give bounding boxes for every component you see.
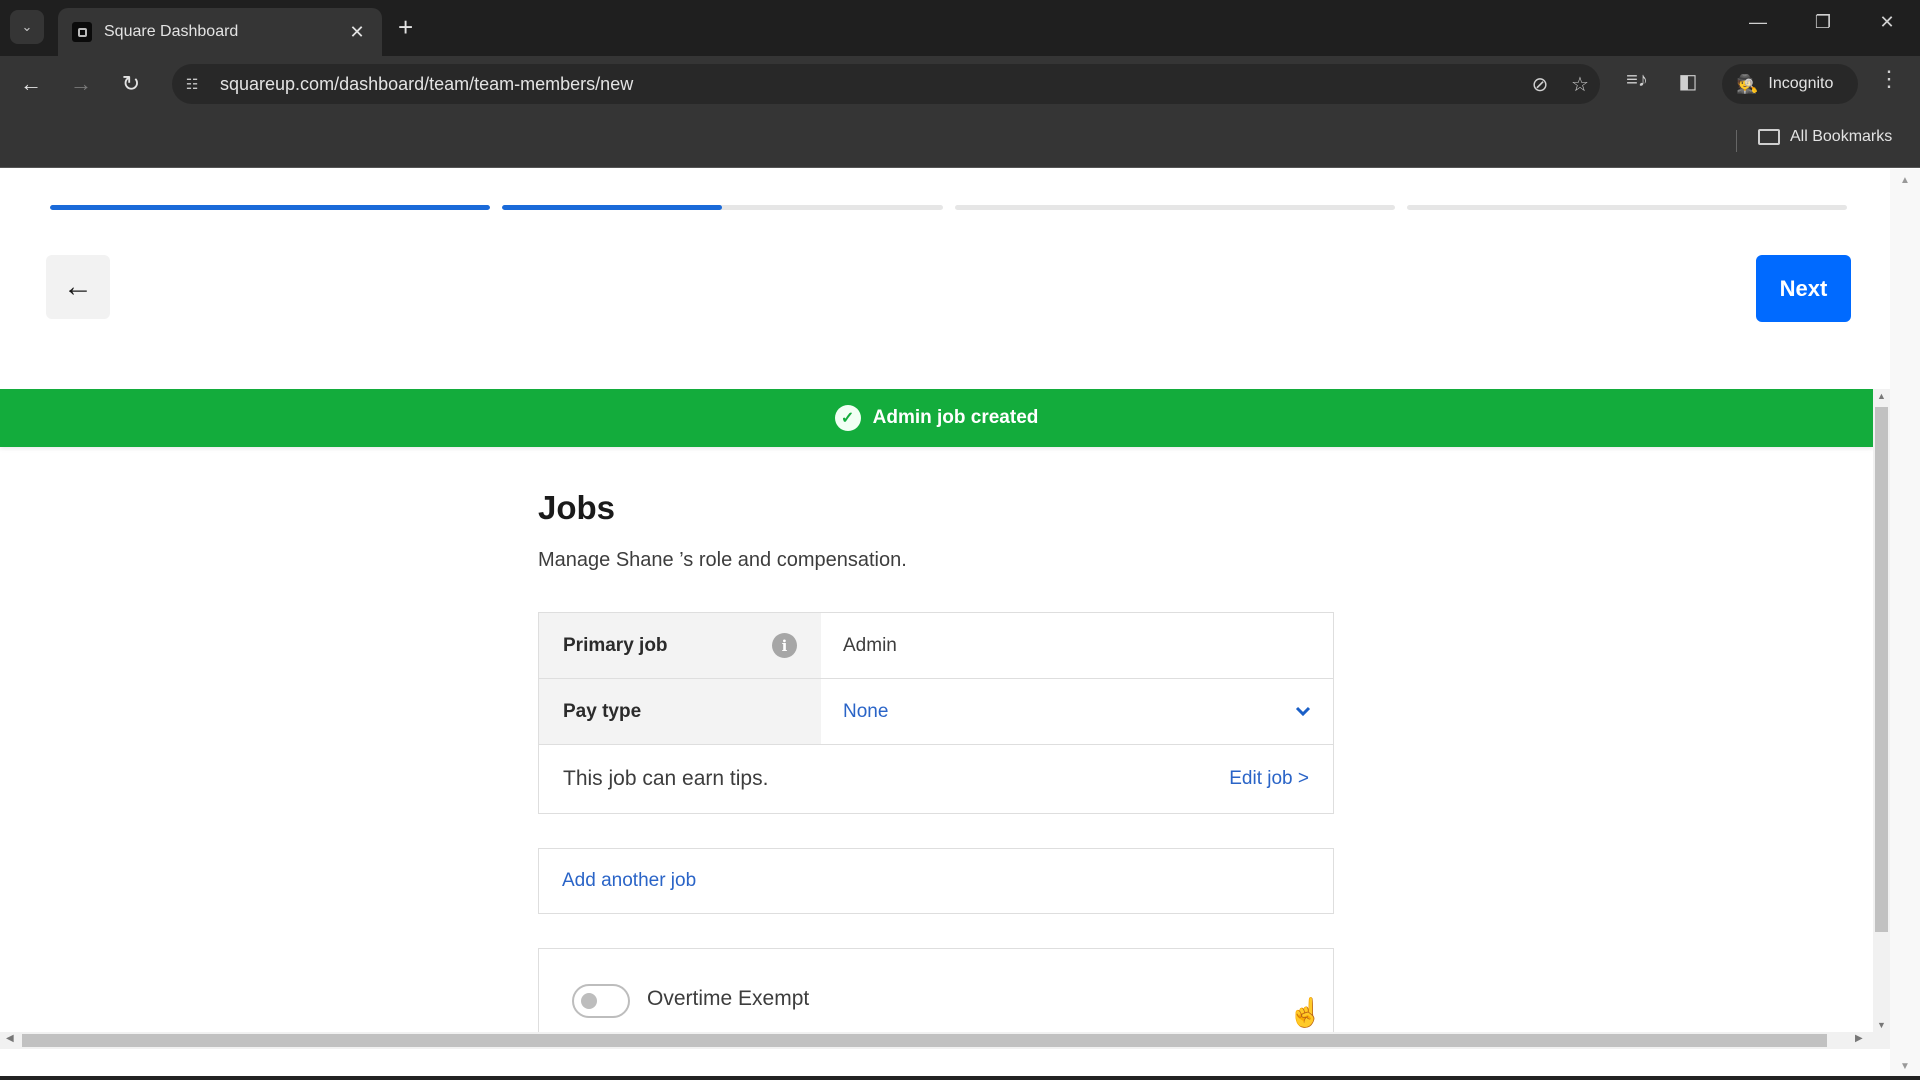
square-favicon-icon — [72, 22, 92, 42]
primary-job-label: Primary job — [563, 634, 668, 656]
browser-forward-button[interactable]: → — [66, 69, 96, 99]
tips-text: This job can earn tips. — [563, 767, 769, 790]
star-icon[interactable]: ☆ — [1560, 72, 1600, 97]
taskbar-edge — [0, 1076, 1920, 1080]
scroll-left-arrow-icon[interactable]: ◀ — [6, 1033, 14, 1044]
scrollbar-thumb[interactable] — [1875, 407, 1888, 932]
info-icon[interactable]: i — [772, 633, 797, 658]
tab-search-button[interactable]: ⌄ — [10, 10, 44, 44]
scroll-up-arrow-icon[interactable]: ▲ — [1873, 391, 1890, 401]
progress-step-4 — [1406, 205, 1847, 210]
folder-icon — [1758, 129, 1780, 145]
horizontal-scrollbar[interactable]: ◀ ▶ — [0, 1032, 1890, 1049]
scroll-right-arrow-icon[interactable]: ▶ — [1855, 1033, 1863, 1044]
add-another-job-link[interactable]: Add another job — [562, 870, 696, 892]
incognito-label: Incognito — [1768, 75, 1834, 92]
success-banner: ✓ Admin job created — [0, 389, 1873, 447]
pay-type-select[interactable]: None — [821, 679, 1333, 744]
browser-toolbar: ← → ↻ ☷ squareup.com/dashboard/team/team… — [0, 56, 1920, 112]
chevron-down-icon: ⌄ — [21, 19, 33, 34]
page-subtitle: Manage Shane ’s role and compensation. — [538, 549, 907, 571]
all-bookmarks-button[interactable]: All Bookmarks — [1758, 128, 1892, 146]
pay-type-selected-value: None — [843, 700, 889, 722]
overtime-exempt-toggle[interactable] — [572, 984, 630, 1018]
primary-job-value-cell: Admin — [821, 613, 1333, 678]
new-tab-button[interactable]: + — [398, 12, 413, 42]
scroll-up-arrow-icon[interactable]: ▲ — [1890, 175, 1920, 186]
wizard-back-button[interactable]: ← — [46, 255, 110, 319]
close-window-button[interactable]: ✕ — [1867, 12, 1907, 33]
bookmarks-bar: All Bookmarks — [0, 112, 1920, 168]
primary-job-label-cell: Primary job i — [539, 613, 821, 678]
arrow-left-icon: ← — [20, 71, 42, 96]
incognito-icon: 🕵 — [1736, 73, 1759, 94]
arrow-right-icon: → — [70, 71, 92, 96]
overtime-exempt-card: Overtime Exempt — [538, 948, 1334, 1032]
inner-vertical-scrollbar[interactable]: ▲ ▼ — [1873, 389, 1890, 1032]
progress-step-1 — [50, 205, 491, 210]
eye-off-icon[interactable]: ⊘ — [1520, 72, 1560, 97]
wizard-progress — [50, 205, 1847, 210]
scroll-down-arrow-icon[interactable]: ▼ — [1873, 1020, 1890, 1030]
progress-step-2 — [502, 205, 943, 210]
chevron-down-icon — [1295, 703, 1311, 721]
browser-tab[interactable]: Square Dashboard ✕ — [58, 8, 382, 56]
browser-back-button[interactable]: ← — [16, 69, 46, 99]
progress-step-3 — [954, 205, 1395, 210]
bookmarks-divider — [1736, 130, 1737, 152]
primary-job-value: Admin — [843, 634, 897, 656]
progress-fill — [50, 205, 491, 210]
edit-job-link[interactable]: Edit job > — [1229, 768, 1309, 790]
minimize-window-button[interactable]: — — [1738, 12, 1778, 33]
toggle-knob — [581, 993, 597, 1009]
restore-window-button[interactable]: ❐ — [1803, 12, 1843, 33]
page-title: Jobs — [538, 489, 616, 526]
browser-tabstrip: ⌄ Square Dashboard ✕ + — ❐ ✕ — [0, 0, 1920, 56]
media-queue-icon[interactable]: ≡♪ — [1621, 69, 1653, 92]
jobs-scroll-region: ✓ Admin job created Jobs Manage Shane ’s… — [0, 389, 1873, 1032]
incognito-profile-button[interactable]: 🕵 Incognito — [1722, 64, 1858, 104]
progress-fill — [502, 205, 723, 210]
next-button[interactable]: Next — [1756, 255, 1851, 322]
pay-type-label-cell: Pay type — [539, 679, 821, 744]
address-bar[interactable]: ☷ squareup.com/dashboard/team/team-membe… — [172, 64, 1600, 104]
tab-title: Square Dashboard — [104, 23, 239, 40]
job-card: Primary job i Admin Pay type None This j… — [538, 612, 1334, 814]
pay-type-row: Pay type None — [539, 679, 1333, 745]
check-circle-icon: ✓ — [834, 405, 861, 431]
arrow-left-icon: ← — [63, 270, 93, 303]
url-text[interactable]: squareup.com/dashboard/team/team-members… — [220, 74, 1520, 95]
scroll-down-arrow-icon[interactable]: ▼ — [1890, 1061, 1920, 1072]
reload-button[interactable]: ↻ — [116, 69, 146, 99]
page-content: ← Next ✓ Admin job created Jobs Manage S… — [0, 169, 1920, 1080]
tips-row: This job can earn tips. Edit job > — [539, 745, 1333, 813]
jobs-section: Jobs Manage Shane ’s role and compensati… — [538, 459, 1334, 1032]
reload-icon: ↻ — [121, 71, 141, 96]
add-another-job-card: Add another job — [538, 848, 1334, 914]
primary-job-row: Primary job i Admin — [539, 613, 1333, 679]
all-bookmarks-label: All Bookmarks — [1790, 128, 1893, 145]
banner-message: Admin job created — [872, 407, 1039, 428]
page-vertical-scrollbar[interactable]: ▲ ▼ — [1890, 169, 1920, 1080]
tune-icon: ☷ — [185, 75, 199, 92]
more-vert-icon[interactable]: ⋮ — [1876, 66, 1902, 92]
overtime-exempt-label: Overtime Exempt — [647, 987, 810, 1010]
scrollbar-thumb[interactable] — [22, 1034, 1827, 1047]
close-tab-icon[interactable]: ✕ — [346, 22, 368, 43]
site-info-button[interactable]: ☷ — [172, 64, 212, 104]
side-panel-icon[interactable]: ◧ — [1672, 69, 1704, 94]
pay-type-label: Pay type — [563, 700, 642, 722]
